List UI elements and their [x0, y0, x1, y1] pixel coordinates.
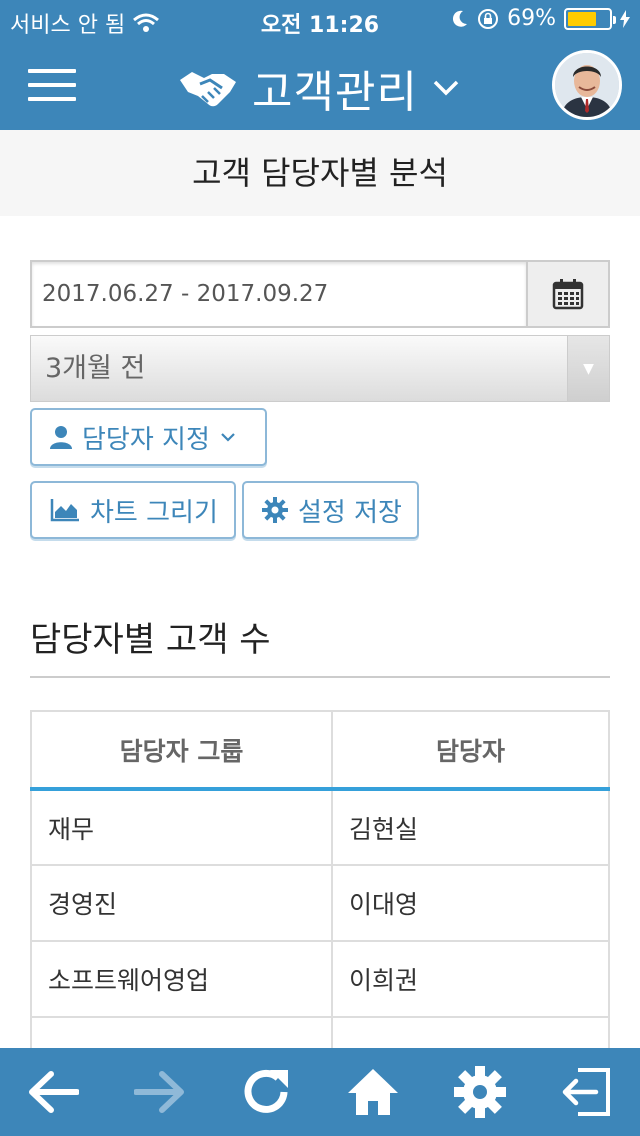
app-title: 고객관리: [252, 67, 418, 118]
cell-manager: 이희권: [331, 940, 610, 1018]
caret-down-icon: ▼: [567, 336, 609, 401]
bottom-toolbar: [0, 1048, 640, 1136]
cell-manager: 이대영: [331, 864, 610, 942]
date-range-group: [30, 260, 610, 328]
cell-group: 경영진: [30, 864, 333, 942]
date-range-input[interactable]: [32, 262, 526, 326]
section-title: 담당자별 고객 수: [30, 620, 271, 660]
draw-chart-button[interactable]: 차트 그리기: [30, 481, 236, 539]
gear-icon: [262, 497, 288, 523]
moon-icon: [453, 10, 468, 27]
app-title-dropdown[interactable]: 고객관리: [178, 56, 460, 120]
draw-chart-label: 차트 그리기: [90, 497, 218, 528]
manager-table: 담당자 그룹 담당자 재무 김현실 경영진 이대영 소프트웨어영업 이희권: [30, 710, 610, 1094]
table-row[interactable]: 소프트웨어영업 이희권: [30, 940, 610, 1018]
logout-button[interactable]: [533, 1048, 640, 1136]
avatar[interactable]: [552, 50, 622, 120]
assign-manager-button[interactable]: 담당자 지정: [30, 408, 267, 466]
section-divider: [30, 676, 610, 678]
save-settings-button[interactable]: 설정 저장: [242, 481, 419, 539]
table-row[interactable]: 재무 김현실: [30, 788, 610, 866]
assign-manager-label: 담당자 지정: [82, 424, 210, 455]
status-bar: 서비스 안 됨 오전 11:26 69%: [0, 0, 640, 40]
column-header-group[interactable]: 담당자 그룹: [30, 710, 333, 791]
battery-percent: 69%: [507, 6, 556, 31]
rotation-lock-icon: [478, 8, 499, 29]
hamburger-icon[interactable]: [28, 69, 76, 101]
area-chart-icon: [50, 499, 79, 522]
arrow-left-icon: [29, 1071, 80, 1113]
back-button[interactable]: [0, 1048, 107, 1136]
logout-icon: [563, 1068, 611, 1116]
user-icon: [50, 426, 72, 449]
save-settings-label: 설정 저장: [298, 497, 402, 528]
period-select[interactable]: 3개월 전 ▼: [30, 335, 610, 402]
handshake-icon: [180, 72, 236, 107]
arrow-right-icon: [133, 1071, 184, 1113]
refresh-icon: [245, 1069, 289, 1113]
table-header-row: 담당자 그룹 담당자: [30, 710, 610, 791]
home-button[interactable]: [320, 1048, 427, 1136]
battery-icon: [564, 7, 616, 30]
app-header: 고객관리: [0, 40, 640, 130]
period-select-value: 3개월 전: [45, 353, 146, 384]
cell-group: 소프트웨어영업: [30, 940, 333, 1018]
calendar-button[interactable]: [526, 262, 608, 326]
chevron-down-icon: [221, 433, 235, 442]
cell-manager: 김현실: [331, 788, 610, 866]
home-icon: [348, 1069, 399, 1115]
calendar-icon: [552, 279, 584, 310]
charging-icon: [620, 9, 630, 28]
column-header-manager[interactable]: 담당자: [331, 710, 610, 791]
forward-button[interactable]: [107, 1048, 214, 1136]
cell-group: 재무: [30, 788, 333, 866]
table-row[interactable]: 경영진 이대영: [30, 864, 610, 942]
status-right: 69%: [451, 6, 630, 31]
page-title: 고객 담당자별 분석: [0, 130, 640, 216]
refresh-button[interactable]: [213, 1048, 320, 1136]
chevron-down-icon: [433, 80, 459, 96]
gear-icon: [453, 1066, 506, 1118]
settings-button[interactable]: [426, 1048, 533, 1136]
